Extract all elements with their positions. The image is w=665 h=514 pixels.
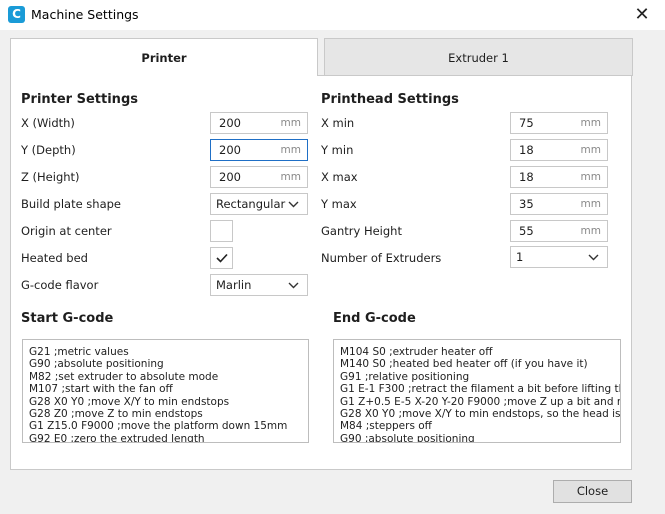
- start-gcode-lines: G21 ;metric values G90 ;absolute position…: [29, 346, 288, 443]
- x-min-input[interactable]: 75 mm: [510, 112, 608, 134]
- z-height-value: 200: [219, 170, 241, 184]
- gcode-line: G92 E0 ;zero the extruded length: [29, 432, 205, 443]
- x-width-value: 200: [219, 116, 241, 130]
- z-height-input[interactable]: 200 mm: [210, 166, 308, 188]
- start-gcode-textarea[interactable]: G21 ;metric values G90 ;absolute position…: [22, 339, 309, 443]
- printer-settings-title: Printer Settings: [21, 92, 138, 107]
- y-min-input[interactable]: 18 mm: [510, 139, 608, 161]
- end-gcode-textarea[interactable]: M104 S0 ;extruder heater off M140 S0 ;hea…: [333, 339, 621, 443]
- gcode-line: M104 S0 ;extruder heater off: [340, 346, 493, 358]
- checkmark-icon: [216, 253, 228, 263]
- y-max-value: 35: [519, 197, 534, 211]
- number-of-extruders-label: Number of Extruders: [321, 251, 442, 265]
- x-max-unit: mm: [580, 171, 601, 183]
- start-gcode-title: Start G-code: [21, 311, 114, 326]
- gantry-height-input[interactable]: 55 mm: [510, 220, 608, 242]
- y-min-value: 18: [519, 143, 534, 157]
- build-plate-shape-value: Rectangular: [216, 197, 286, 211]
- gcode-line: G1 E-1 F300 ;retract the filament a bit …: [340, 383, 621, 396]
- gcode-line: G1 Z+0.5 E-5 X-20 Y-20 F9000 ;move Z up …: [340, 395, 621, 408]
- y-max-unit: mm: [580, 198, 601, 210]
- window-close-icon[interactable]: ✕: [619, 0, 665, 30]
- printhead-settings-title: Printhead Settings: [321, 92, 459, 107]
- x-max-label: X max: [321, 170, 358, 184]
- y-depth-label: Y (Depth): [21, 143, 76, 157]
- gcode-line: G28 Z0 ;move Z to min endstops: [29, 408, 203, 421]
- gcode-flavor-label: G-code flavor: [21, 278, 99, 292]
- gcode-flavor-value: Marlin: [216, 278, 252, 292]
- close-button[interactable]: Close: [553, 480, 632, 503]
- gcode-line: G90 ;absolute positioning: [29, 358, 164, 371]
- y-min-label: Y min: [321, 143, 354, 157]
- tab-printer[interactable]: Printer: [10, 38, 318, 76]
- x-max-input[interactable]: 18 mm: [510, 166, 608, 188]
- x-width-input[interactable]: 200 mm: [210, 112, 308, 134]
- gcode-line: G28 X0 Y0 ;move X/Y to min endstops: [29, 395, 230, 408]
- x-width-label: X (Width): [21, 116, 75, 130]
- build-plate-shape-label: Build plate shape: [21, 197, 122, 211]
- y-max-label: Y max: [321, 197, 357, 211]
- heated-bed-label: Heated bed: [21, 251, 88, 265]
- end-gcode-lines: M104 S0 ;extruder heater off M140 S0 ;hea…: [340, 346, 621, 443]
- gcode-line: G21 ;metric values: [29, 346, 129, 358]
- x-min-value: 75: [519, 116, 534, 130]
- chevron-down-icon: [588, 254, 599, 261]
- end-gcode-title: End G-code: [333, 311, 416, 326]
- origin-at-center-label: Origin at center: [21, 224, 112, 238]
- y-depth-value: 200: [219, 143, 241, 157]
- z-height-unit: mm: [280, 171, 301, 183]
- chevron-down-icon: [288, 282, 299, 289]
- gcode-line: M84 ;steppers off: [340, 420, 432, 433]
- gantry-height-value: 55: [519, 224, 534, 238]
- gcode-line: M107 ;start with the fan off: [29, 383, 173, 396]
- gcode-line: G1 Z15.0 F9000 ;move the platform down 1…: [29, 420, 288, 433]
- x-min-label: X min: [321, 116, 355, 130]
- y-max-input[interactable]: 35 mm: [510, 193, 608, 215]
- x-width-unit: mm: [280, 117, 301, 129]
- number-of-extruders-select[interactable]: 1: [510, 246, 608, 268]
- gcode-line: G91 ;relative positioning: [340, 370, 470, 383]
- z-height-label: Z (Height): [21, 170, 80, 184]
- y-depth-input[interactable]: 200 mm: [210, 139, 308, 161]
- gcode-line: M82 ;set extruder to absolute mode: [29, 370, 219, 383]
- tab-extruder-1[interactable]: Extruder 1: [324, 38, 633, 76]
- chevron-down-icon: [288, 201, 299, 208]
- cura-logo-icon: C: [8, 6, 25, 23]
- gantry-height-label: Gantry Height: [321, 224, 402, 238]
- gantry-height-unit: mm: [580, 225, 601, 237]
- y-depth-unit: mm: [280, 144, 301, 156]
- window-title: Machine Settings: [31, 7, 139, 22]
- y-min-unit: mm: [580, 144, 601, 156]
- gcode-line: M140 S0 ;heated bed heater off (if you h…: [340, 358, 588, 371]
- title-bar: C Machine Settings ✕: [0, 0, 665, 30]
- gcode-flavor-select[interactable]: Marlin: [210, 274, 308, 296]
- x-max-value: 18: [519, 170, 534, 184]
- x-min-unit: mm: [580, 117, 601, 129]
- origin-at-center-checkbox[interactable]: [210, 220, 233, 242]
- heated-bed-checkbox[interactable]: [210, 247, 233, 269]
- gcode-line: G90 ;absolute positioning: [340, 432, 475, 443]
- gcode-line: G28 X0 Y0 ;move X/Y to min endstops, so …: [340, 408, 621, 421]
- build-plate-shape-select[interactable]: Rectangular: [210, 193, 308, 215]
- number-of-extruders-value: 1: [516, 250, 524, 264]
- settings-panel: Printer Settings X (Width) 200 mm Y (Dep…: [10, 75, 632, 470]
